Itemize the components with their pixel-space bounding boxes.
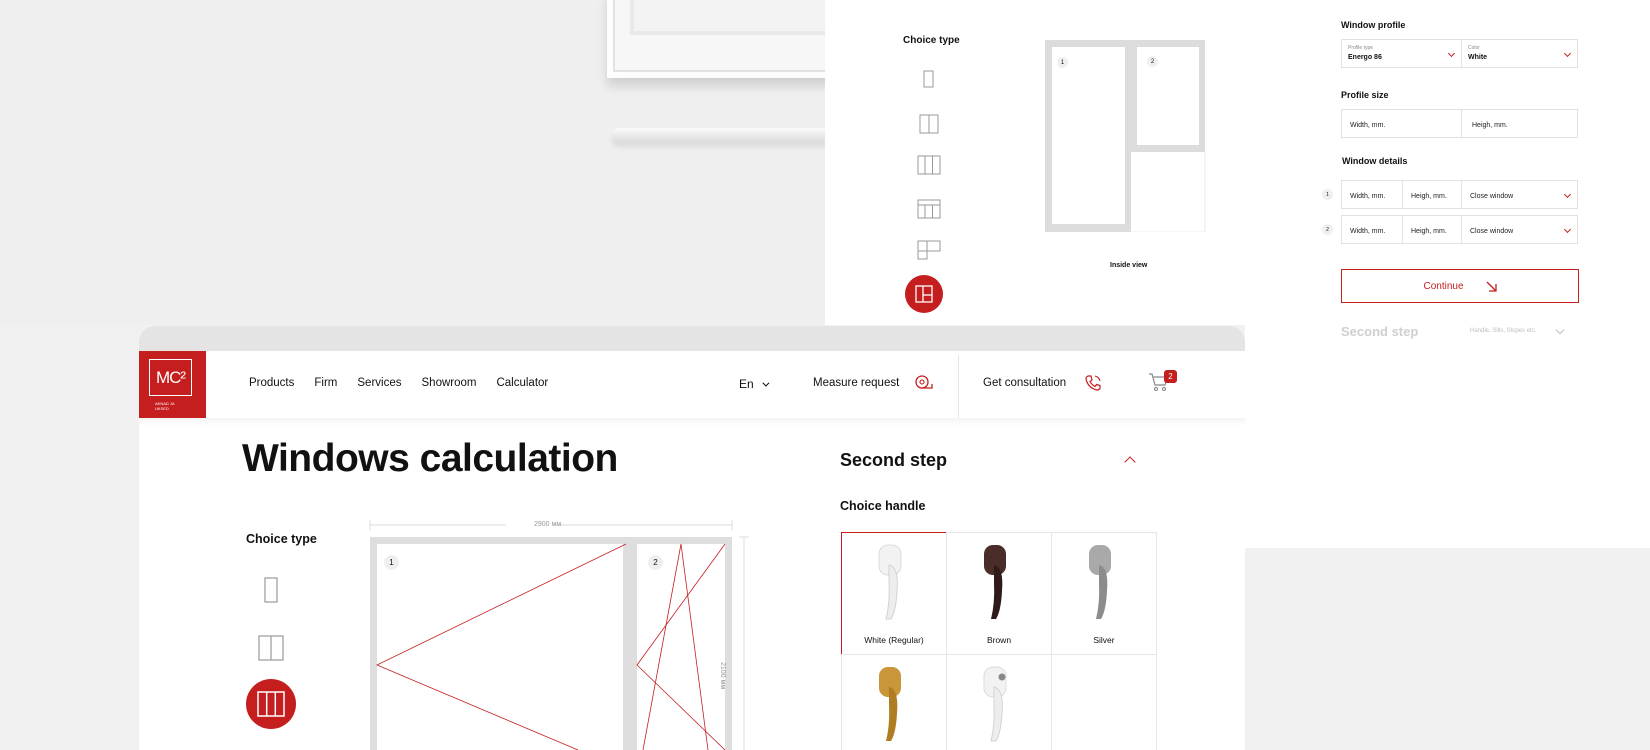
detail-width-input[interactable]: Width, mm. [1342, 216, 1403, 243]
cart-count-badge: 2 [1164, 370, 1177, 383]
window-drawing [369, 520, 749, 750]
width-dimension-label: 2900 мм [534, 521, 562, 528]
chevron-down-icon [1563, 49, 1572, 58]
height-dimension-label: 2100 мм [719, 662, 726, 690]
profile-type-small-label: Profile type [1348, 45, 1374, 51]
measure-request-link[interactable]: Measure request [813, 377, 899, 389]
inside-view-caption: Inside view [1110, 262, 1148, 269]
detail-type-value: Close window [1470, 228, 1514, 235]
phone-icon[interactable] [1084, 374, 1102, 392]
continue-label: Continue [1423, 280, 1464, 292]
detail-height-input[interactable]: Heigh, mm. [1403, 216, 1462, 243]
handle-label: White (Regular) [864, 635, 924, 645]
second-step-collapsed-title[interactable]: Second step [1341, 324, 1418, 339]
arrow-down-right-icon [1486, 281, 1497, 292]
profile-type-select[interactable]: Profile type Energo 86 [1342, 40, 1462, 67]
door-window-icon[interactable] [915, 236, 943, 264]
chevron-down-icon [1563, 225, 1572, 234]
handle-option-gold[interactable] [841, 654, 947, 750]
detail-height-input[interactable]: Heigh, mm. [1403, 181, 1462, 208]
nav-firm[interactable]: Firm [314, 377, 337, 389]
language-select[interactable]: En [739, 377, 770, 391]
chevron-down-icon[interactable] [1555, 325, 1565, 335]
window-details-row: Width, mm. Heigh, mm. Close window [1341, 215, 1578, 244]
gold-handle-image [879, 667, 901, 741]
browser-top-bar [139, 326, 1245, 352]
second-step-hint: Handle, Sills, Slopes etc. [1470, 328, 1537, 334]
get-consultation-link[interactable]: Get consultation [983, 377, 1066, 389]
nav-services[interactable]: Services [357, 377, 401, 389]
row-number-badge: 2 [1322, 224, 1333, 235]
choice-handle-heading: Choice handle [840, 499, 926, 513]
continue-button[interactable]: Continue [1341, 269, 1579, 303]
profile-width-input[interactable]: Width, mm. [1342, 110, 1462, 137]
handle-label: Silver [1093, 635, 1115, 645]
window-details-label: Window details [1342, 156, 1408, 166]
language-value: En [739, 377, 754, 391]
chevron-down-icon [1563, 190, 1572, 199]
detail-type-value: Close window [1470, 193, 1514, 200]
header-shadow [139, 418, 1245, 426]
sash-number-badge: 2 [1147, 56, 1158, 67]
nav-showroom[interactable]: Showroom [422, 377, 477, 389]
sash-number-badge: 2 [648, 555, 663, 570]
color-small-label: Color [1468, 45, 1480, 51]
tape-measure-icon[interactable] [914, 374, 934, 392]
door-window-icon-selected[interactable] [905, 275, 943, 313]
double-window-icon[interactable] [251, 628, 291, 668]
page-title: Windows calculation [242, 437, 618, 480]
profile-height-input[interactable]: Heigh, mm. [1462, 110, 1577, 137]
profile-size-label: Profile size [1341, 90, 1389, 100]
handle-label: Brown [986, 635, 1012, 645]
logo-subtitle: AKNAD JA UKSED [155, 401, 175, 411]
row-number-badge: 1 [1322, 189, 1333, 200]
header-divider [958, 355, 959, 418]
profile-size-field: Width, mm. Heigh, mm. [1341, 109, 1578, 138]
single-window-icon[interactable] [915, 65, 943, 93]
handle-option-white-lock[interactable] [946, 654, 1052, 750]
detail-type-select[interactable]: Close window [1462, 181, 1577, 208]
nav-calculator[interactable]: Calculator [496, 377, 548, 389]
detail-type-select[interactable]: Close window [1462, 216, 1577, 243]
single-window-icon[interactable] [251, 570, 291, 610]
choice-type-heading: Choice type [246, 532, 317, 546]
choice-type-heading: Choice type [903, 35, 960, 46]
window-sill-image [612, 128, 827, 142]
handle-option-white[interactable]: White (Regular) [841, 532, 947, 655]
handle-option-brown[interactable]: Brown [946, 532, 1052, 655]
color-select[interactable]: Color White [1462, 40, 1577, 67]
type-preview-card: Choice type 1 2 Inside view [825, 0, 1245, 325]
handle-option-silver[interactable]: Silver [1051, 532, 1157, 655]
sash-number-badge: 1 [1057, 57, 1068, 68]
window-preview-drawing [1045, 40, 1206, 232]
white-handle-image [878, 544, 902, 620]
logo[interactable]: MC² AKNAD JA UKSED [139, 351, 206, 418]
window-profile-field: Profile type Energo 86 Color White [1341, 39, 1578, 68]
color-value: White [1468, 54, 1488, 61]
white-lock-handle-image [983, 666, 1007, 742]
silver-handle-image [1089, 545, 1111, 619]
window-profile-label: Window profile [1341, 20, 1406, 30]
window-details-row: Width, mm. Heigh, mm. Close window [1341, 180, 1578, 209]
triple-window-icon-selected[interactable] [246, 679, 296, 729]
triple-window-icon[interactable] [915, 151, 943, 179]
transom-window-icon[interactable] [915, 195, 943, 223]
chevron-down-icon [1447, 49, 1456, 58]
second-step-title[interactable]: Second step [840, 450, 947, 471]
background-block [1245, 548, 1650, 750]
window-glass-image [630, 0, 850, 35]
main-nav: Products Firm Services Showroom Calculat… [249, 377, 548, 389]
nav-products[interactable]: Products [249, 377, 294, 389]
double-window-icon[interactable] [915, 110, 943, 138]
handle-option-empty [1051, 654, 1157, 750]
sash-number-badge: 1 [384, 555, 399, 570]
window-settings-panel: Window profile Profile type Energo 86 Co… [1245, 0, 1650, 548]
brown-handle-image [984, 545, 1006, 619]
detail-width-input[interactable]: Width, mm. [1342, 181, 1403, 208]
profile-type-value: Energo 86 [1348, 54, 1382, 61]
logo-mark: MC² [149, 359, 192, 396]
transom-window-icon[interactable] [251, 740, 291, 750]
